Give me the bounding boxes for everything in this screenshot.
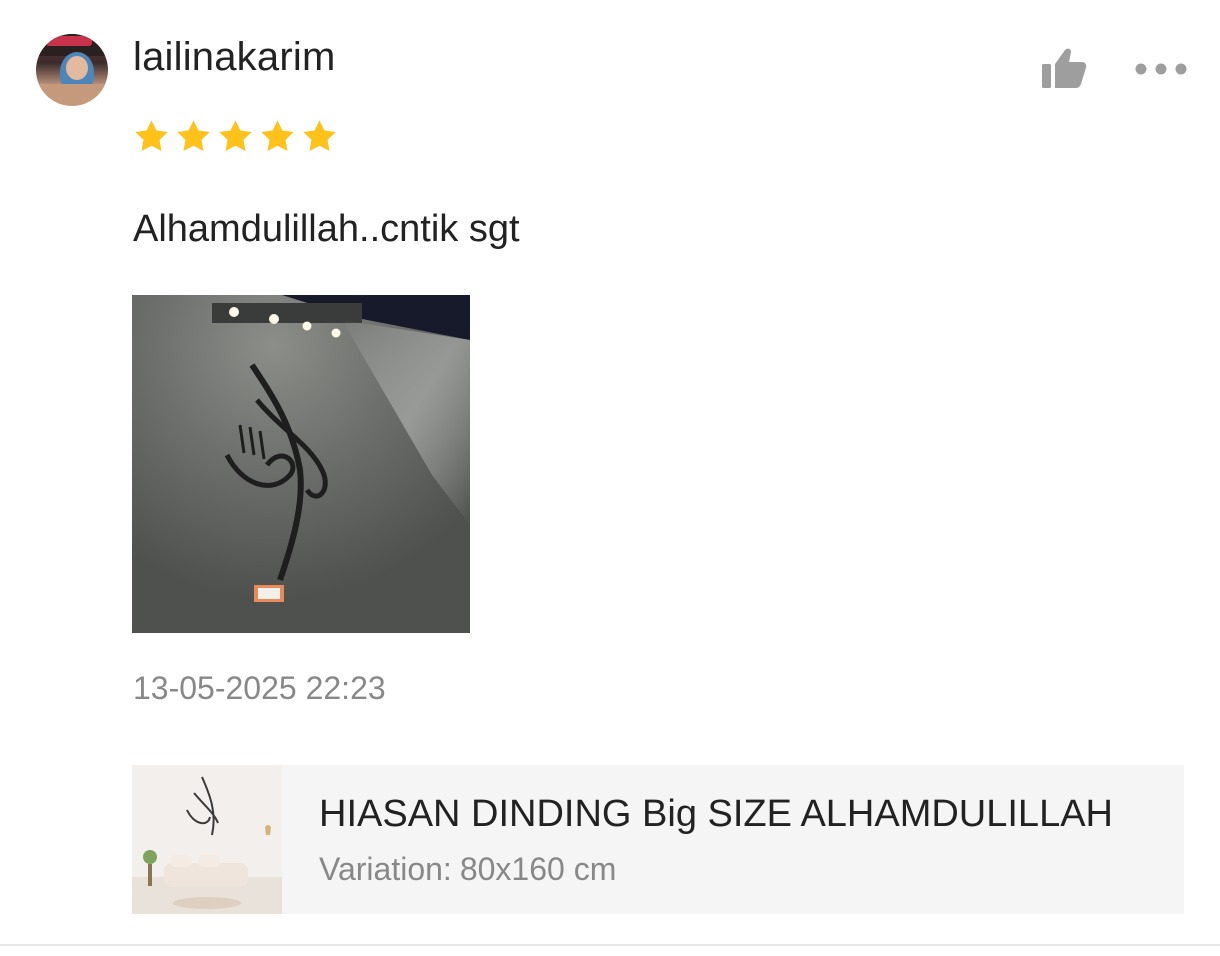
review-comment: Alhamdulillah..cntik sgt bbox=[133, 208, 520, 250]
username: lailinakarim bbox=[133, 35, 336, 79]
product-card[interactable]: HIASAN DINDING Big SIZE ALHAMDULILLAH Va… bbox=[132, 765, 1184, 914]
review-timestamp: 13-05-2025 22:23 bbox=[133, 670, 386, 706]
star-rating bbox=[133, 118, 338, 155]
star-icon bbox=[177, 120, 210, 151]
star-icon bbox=[303, 120, 336, 151]
review-photo-image bbox=[132, 295, 470, 633]
review-photo[interactable] bbox=[132, 295, 470, 633]
product-name: HIASAN DINDING Big SIZE ALHAMDULILLAH bbox=[319, 793, 1113, 835]
avatar-table bbox=[36, 84, 108, 106]
product-thumbnail bbox=[132, 765, 282, 914]
user-avatar[interactable] bbox=[36, 34, 108, 106]
review-card: lailinakarim Alhamdulillah..cntik sgt 13… bbox=[0, 0, 1220, 956]
variation-label: Variation: bbox=[319, 851, 452, 887]
star-icon bbox=[135, 120, 168, 151]
star-icon bbox=[219, 120, 252, 151]
divider bbox=[0, 944, 1220, 946]
avatar-sign bbox=[46, 36, 92, 46]
thumbs-up-icon bbox=[1042, 48, 1087, 88]
variation-value: 80x160 cm bbox=[459, 851, 617, 887]
like-button[interactable] bbox=[1040, 46, 1088, 90]
star-icon bbox=[261, 120, 294, 151]
avatar-face bbox=[66, 56, 88, 80]
product-variation: Variation: 80x160 cm bbox=[319, 849, 616, 889]
more-options-button[interactable] bbox=[1134, 58, 1188, 80]
more-horizontal-icon bbox=[1135, 63, 1187, 75]
